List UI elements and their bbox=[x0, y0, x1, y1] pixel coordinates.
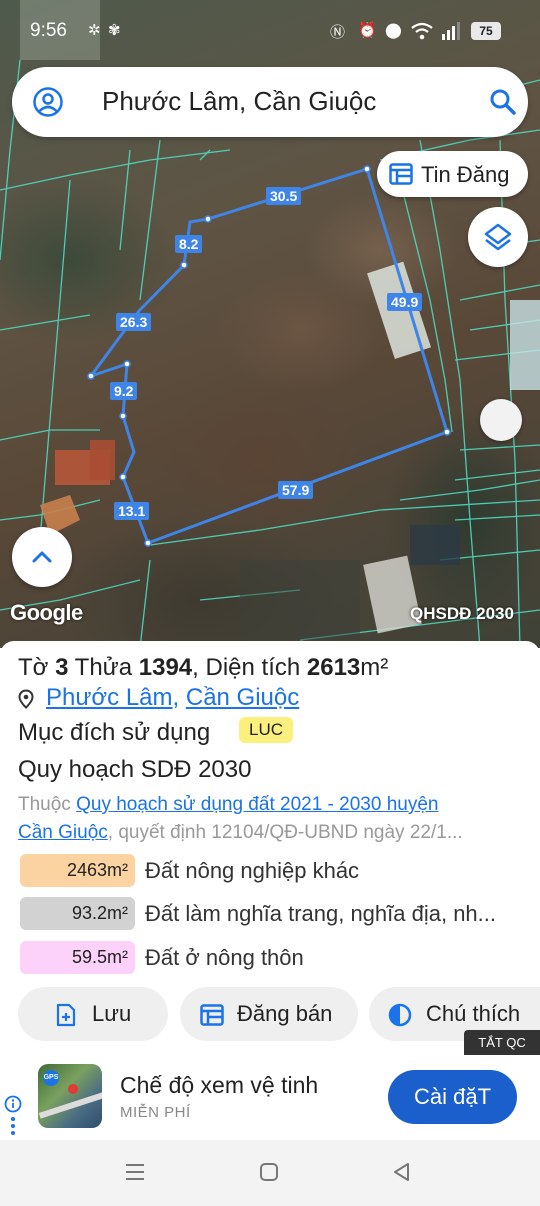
search-bar[interactable]: Phước Lâm, Cần Giuộc bbox=[12, 67, 528, 137]
fan-notification-icon: ✾ bbox=[108, 22, 121, 39]
info-icon[interactable] bbox=[4, 1095, 22, 1135]
plan-source-prefix: Thuộc bbox=[18, 794, 77, 815]
gps-icon: GPS bbox=[43, 1070, 59, 1086]
sheet-number: 3 bbox=[55, 654, 69, 681]
lot-prefix: Thửa bbox=[74, 654, 133, 681]
edge-length-label: 30.5 bbox=[266, 187, 302, 205]
chevron-up-icon bbox=[32, 551, 52, 563]
install-button[interactable]: Cài đặT bbox=[388, 1070, 517, 1124]
system-nav-bar bbox=[0, 1140, 540, 1206]
search-icon[interactable] bbox=[488, 87, 518, 117]
home-icon[interactable] bbox=[259, 1162, 279, 1182]
search-input[interactable]: Phước Lâm, Cần Giuộc bbox=[102, 86, 376, 117]
plan-title: Quy hoạch SDĐ 2030 bbox=[18, 756, 252, 783]
edge-length-label: 8.2 bbox=[175, 235, 203, 253]
edge-length-label: 57.9 bbox=[278, 481, 314, 499]
location-icon: ⬤ bbox=[385, 22, 402, 39]
area-prefix: , Diện tích bbox=[192, 654, 301, 681]
wifi-icon bbox=[411, 22, 433, 40]
signal-icon bbox=[442, 22, 460, 40]
status-time: 9:56 bbox=[30, 20, 67, 41]
area-unit: m² bbox=[360, 654, 389, 681]
parcel-location: Phước Lâm, Cần Giuộc bbox=[18, 684, 299, 712]
posts-chip-label: Tin Đăng bbox=[421, 162, 510, 187]
battery-indicator: 75 bbox=[471, 22, 501, 40]
legend-area-badge: 93.2m² bbox=[20, 897, 135, 930]
close-ad-button[interactable]: TẮT QC bbox=[464, 1030, 540, 1055]
legend-area-badge: 2463m² bbox=[20, 854, 135, 887]
legend-row: 59.5m² Đất ở nông thôn bbox=[20, 941, 304, 974]
legend-label: Đất nông nghiệp khác bbox=[145, 857, 360, 883]
save-button[interactable]: Lưu bbox=[18, 987, 168, 1041]
nfc-icon: Ⓝ bbox=[330, 24, 346, 41]
plan-link[interactable]: Quy hoạch sử dụng đất 2021 - 2030 huyện bbox=[76, 794, 438, 815]
plan-source: Thuộc Quy hoạch sử dụng đất 2021 - 2030 … bbox=[18, 791, 528, 847]
area-value: 2613 bbox=[306, 654, 361, 681]
edge-length-label: 26.3 bbox=[116, 313, 152, 331]
listing-icon bbox=[200, 1004, 224, 1026]
app-icon[interactable]: GPS bbox=[38, 1064, 102, 1128]
parcel-title: Tờ 3 Thửa 1394, Diện tích 2613m² bbox=[18, 654, 388, 682]
legend-label: Đất ở nông thôn bbox=[145, 944, 304, 970]
posts-chip[interactable]: Tin Đăng bbox=[377, 151, 528, 197]
plan-layer-label: QHSDĐ 2030 bbox=[410, 604, 514, 623]
contrast-icon bbox=[388, 1003, 412, 1027]
expand-up-button[interactable] bbox=[12, 527, 72, 587]
ad-title[interactable]: Chế độ xem vệ tinh bbox=[120, 1072, 318, 1099]
alarm-icon: ⏰ bbox=[358, 22, 377, 39]
map-handle[interactable] bbox=[480, 399, 522, 441]
location-pin-icon bbox=[18, 689, 34, 709]
land-use-purpose-label: Mục đích sử dụng bbox=[18, 719, 211, 746]
layers-button[interactable] bbox=[468, 207, 528, 267]
edge-length-label: 49.9 bbox=[387, 293, 423, 311]
edge-length-label: 13.1 bbox=[114, 502, 150, 520]
plan-link-continued[interactable]: Cần Giuộc bbox=[18, 822, 108, 843]
listing-icon bbox=[389, 163, 413, 185]
google-logo: Google bbox=[10, 600, 83, 625]
legend-area-badge: 59.5m² bbox=[20, 941, 135, 974]
sell-button[interactable]: Đăng bán bbox=[180, 987, 358, 1041]
legend-button-label: Chú thích bbox=[426, 1001, 521, 1026]
legend-row: 2463m² Đất nông nghiệp khác bbox=[20, 854, 359, 887]
sell-button-label: Đăng bán bbox=[237, 1001, 333, 1026]
sheet-prefix: Tờ bbox=[18, 654, 49, 681]
ad-subtitle: MIỄN PHÍ bbox=[120, 1104, 191, 1121]
legend-label: Đất làm nghĩa trang, nghĩa địa, nh... bbox=[145, 900, 497, 926]
back-icon[interactable] bbox=[392, 1162, 412, 1182]
legend-row: 93.2m² Đất làm nghĩa trang, nghĩa địa, n… bbox=[20, 897, 496, 930]
status-bar: 9:56 ✲ ✾ Ⓝ ⏰ ⬤ 75 bbox=[0, 0, 540, 62]
layers-icon bbox=[484, 223, 512, 251]
grid-notification-icon: ✲ bbox=[88, 22, 101, 39]
parcel-info-sheet: Tờ 3 Thửa 1394, Diện tích 2613m² Phước L… bbox=[0, 641, 540, 1041]
save-button-label: Lưu bbox=[92, 1001, 132, 1026]
account-icon[interactable] bbox=[32, 86, 64, 118]
add-file-icon bbox=[56, 1003, 76, 1027]
lot-number: 1394 bbox=[138, 654, 193, 681]
plan-decision: , quyết định 12104/QĐ-UBND ngày 22/1... bbox=[107, 822, 463, 843]
recents-icon[interactable] bbox=[124, 1162, 146, 1182]
ad-banner[interactable]: GPS Chế độ xem vệ tinh MIỄN PHÍ Cài đặT bbox=[0, 1055, 540, 1140]
land-use-code-badge: LUC bbox=[239, 717, 294, 743]
ward-link[interactable]: Phước Lâm bbox=[46, 684, 173, 711]
edge-length-label: 9.2 bbox=[110, 382, 138, 400]
district-link[interactable]: Cần Giuộc bbox=[186, 684, 299, 711]
